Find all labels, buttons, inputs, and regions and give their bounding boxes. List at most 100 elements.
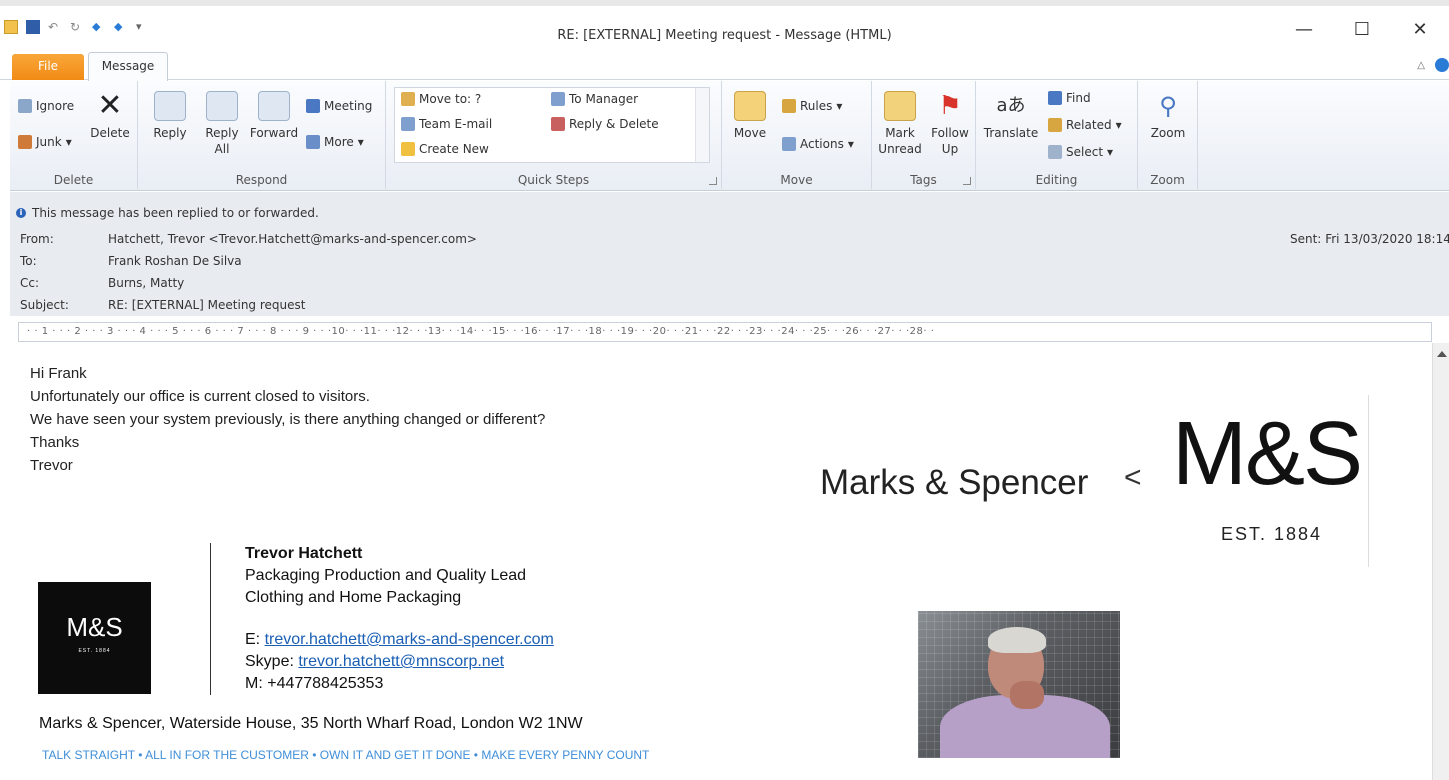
- tags-launcher-icon[interactable]: [963, 177, 971, 185]
- ribbon-right-controls: △: [1417, 58, 1449, 72]
- ribbon: Ignore Junk ▾ ✕ Delete Delete Reply Reply…: [10, 81, 1449, 191]
- move-group-label: Move: [780, 173, 813, 187]
- related-icon: [1048, 118, 1062, 132]
- to-label: To:: [20, 254, 37, 268]
- minimize-button[interactable]: —: [1275, 16, 1333, 44]
- message-line: Trevor: [30, 457, 73, 474]
- delete-button[interactable]: ✕ Delete: [88, 91, 132, 141]
- info-bar[interactable]: i This message has been replied to or fo…: [16, 206, 319, 220]
- quick-steps-launcher-icon[interactable]: [709, 177, 717, 185]
- close-button[interactable]: ✕: [1391, 16, 1449, 44]
- window-title: RE: [EXTERNAL] Meeting request - Message…: [557, 28, 892, 43]
- create-new-icon: [401, 142, 415, 156]
- email-link[interactable]: trevor.hatchett@marks-and-spencer.com: [265, 631, 554, 648]
- skype-link[interactable]: trevor.hatchett@mnscorp.net: [298, 653, 504, 670]
- sent-label: Sent:: [1290, 232, 1322, 246]
- subject-value: RE: [EXTERNAL] Meeting request: [108, 298, 306, 312]
- zoom-button[interactable]: ⚲ Zoom: [1144, 91, 1192, 141]
- follow-up-label-2: Up: [941, 142, 959, 156]
- brand-logo: M&S: [1172, 404, 1363, 504]
- to-manager-label: To Manager: [569, 92, 639, 106]
- tab-message[interactable]: Message: [88, 52, 168, 81]
- rules-button[interactable]: Rules ▾: [782, 99, 842, 113]
- tab-file[interactable]: File: [12, 54, 84, 80]
- reply-delete-label: Reply & Delete: [569, 117, 659, 131]
- quick-steps-group: Move to: ? Team E-mail Create New To Man…: [386, 81, 722, 189]
- create-new-label: Create New: [419, 142, 489, 156]
- reply-button[interactable]: Reply: [146, 91, 194, 141]
- signature-email-row: E: trevor.hatchett@marks-and-spencer.com: [245, 631, 554, 649]
- from-label: From:: [20, 232, 54, 246]
- translate-icon: aあ: [996, 95, 1026, 116]
- actions-icon: [782, 137, 796, 151]
- rules-label: Rules: [800, 99, 833, 113]
- brand-established: EST. 1884: [1221, 524, 1323, 544]
- mark-unread-button[interactable]: Mark Unread: [876, 91, 924, 157]
- help-icon[interactable]: [1435, 58, 1449, 72]
- flag-icon: ⚑: [938, 91, 962, 121]
- to-value[interactable]: Frank Roshan De Silva: [108, 254, 242, 268]
- signature-mobile: M: +447788425353: [245, 675, 384, 692]
- move-button[interactable]: Move: [728, 91, 772, 141]
- scroll-up-icon[interactable]: [1437, 351, 1447, 357]
- more-icon: [306, 135, 320, 149]
- skype-label: Skype:: [245, 653, 299, 670]
- message-line: Hi Frank: [30, 365, 87, 382]
- zoom-magnifier-icon: ⚲: [1159, 92, 1177, 120]
- select-button[interactable]: Select ▾: [1048, 145, 1113, 159]
- follow-up-label-1: Follow: [931, 126, 969, 140]
- junk-label: Junk: [36, 135, 62, 149]
- move-to-icon: [401, 92, 415, 106]
- meeting-button[interactable]: Meeting: [306, 99, 372, 113]
- editing-group: aあ Translate Find Related ▾ Select ▾ Editi…: [976, 81, 1138, 189]
- find-icon: [1048, 91, 1062, 105]
- team-email-quickstep[interactable]: Team E-mail: [401, 117, 492, 131]
- tags-group-label: Tags: [910, 173, 937, 187]
- reply-all-label-2: All: [214, 142, 230, 156]
- cc-value[interactable]: Burns, Matty: [108, 276, 184, 290]
- create-new-quickstep[interactable]: Create New: [401, 142, 489, 156]
- junk-button[interactable]: Junk ▾: [18, 135, 72, 149]
- find-button[interactable]: Find: [1048, 91, 1091, 105]
- sent-row: Sent: Fri 13/03/2020 18:14: [1290, 232, 1449, 246]
- vertical-scrollbar[interactable]: [1432, 343, 1449, 780]
- message-line: Thanks: [30, 434, 80, 451]
- junk-icon: [18, 135, 32, 149]
- related-label: Related: [1066, 118, 1112, 132]
- maximize-button[interactable]: ☐: [1333, 16, 1391, 44]
- reply-all-button[interactable]: Reply All: [198, 91, 246, 157]
- signature-address: Marks & Spencer, Waterside House, 35 Nor…: [39, 715, 583, 732]
- translate-label: Translate: [983, 126, 1039, 140]
- delete-x-icon: ✕: [97, 88, 123, 123]
- meeting-icon: [306, 99, 320, 113]
- reply-delete-quickstep[interactable]: Reply & Delete: [551, 117, 659, 131]
- ignore-button[interactable]: Ignore: [18, 99, 74, 113]
- actions-button[interactable]: Actions ▾: [782, 137, 854, 151]
- signature-role: Packaging Production and Quality Lead: [245, 567, 527, 584]
- message-line: We have seen your system previously, is …: [30, 411, 546, 428]
- actions-label: Actions: [800, 137, 844, 151]
- ignore-label: Ignore: [36, 99, 75, 113]
- delete-group-label: Delete: [53, 173, 94, 187]
- quick-steps-scroll[interactable]: [695, 88, 709, 162]
- from-value[interactable]: Hatchett, Trevor <Trevor.Hatchett@marks-…: [108, 232, 477, 246]
- translate-button[interactable]: aあ Translate: [980, 91, 1042, 141]
- related-button[interactable]: Related ▾: [1048, 118, 1122, 132]
- banner-divider: [1368, 395, 1369, 567]
- subject-row: Subject: RE: [EXTERNAL] Meeting request: [20, 298, 305, 312]
- forward-label: Forward: [249, 126, 299, 140]
- select-label: Select: [1066, 145, 1104, 159]
- info-text: This message has been replied to or forw…: [32, 206, 319, 220]
- collapse-ribbon-icon[interactable]: △: [1417, 60, 1425, 71]
- respond-group: Reply Reply All Forward Meeting More ▾ Re…: [138, 81, 386, 189]
- quick-steps-gallery: Move to: ? Team E-mail Create New To Man…: [394, 87, 710, 163]
- move-icon: [734, 91, 766, 121]
- reply-delete-icon: [551, 117, 565, 131]
- to-manager-quickstep[interactable]: To Manager: [551, 92, 638, 106]
- move-group: Move Rules ▾ Actions ▾ Move: [722, 81, 872, 189]
- follow-up-button[interactable]: ⚑ Follow Up: [926, 91, 974, 157]
- forward-button[interactable]: Forward: [248, 91, 300, 141]
- team-email-icon: [401, 117, 415, 131]
- move-to-quickstep[interactable]: Move to: ?: [401, 92, 481, 106]
- more-button[interactable]: More ▾: [306, 135, 364, 149]
